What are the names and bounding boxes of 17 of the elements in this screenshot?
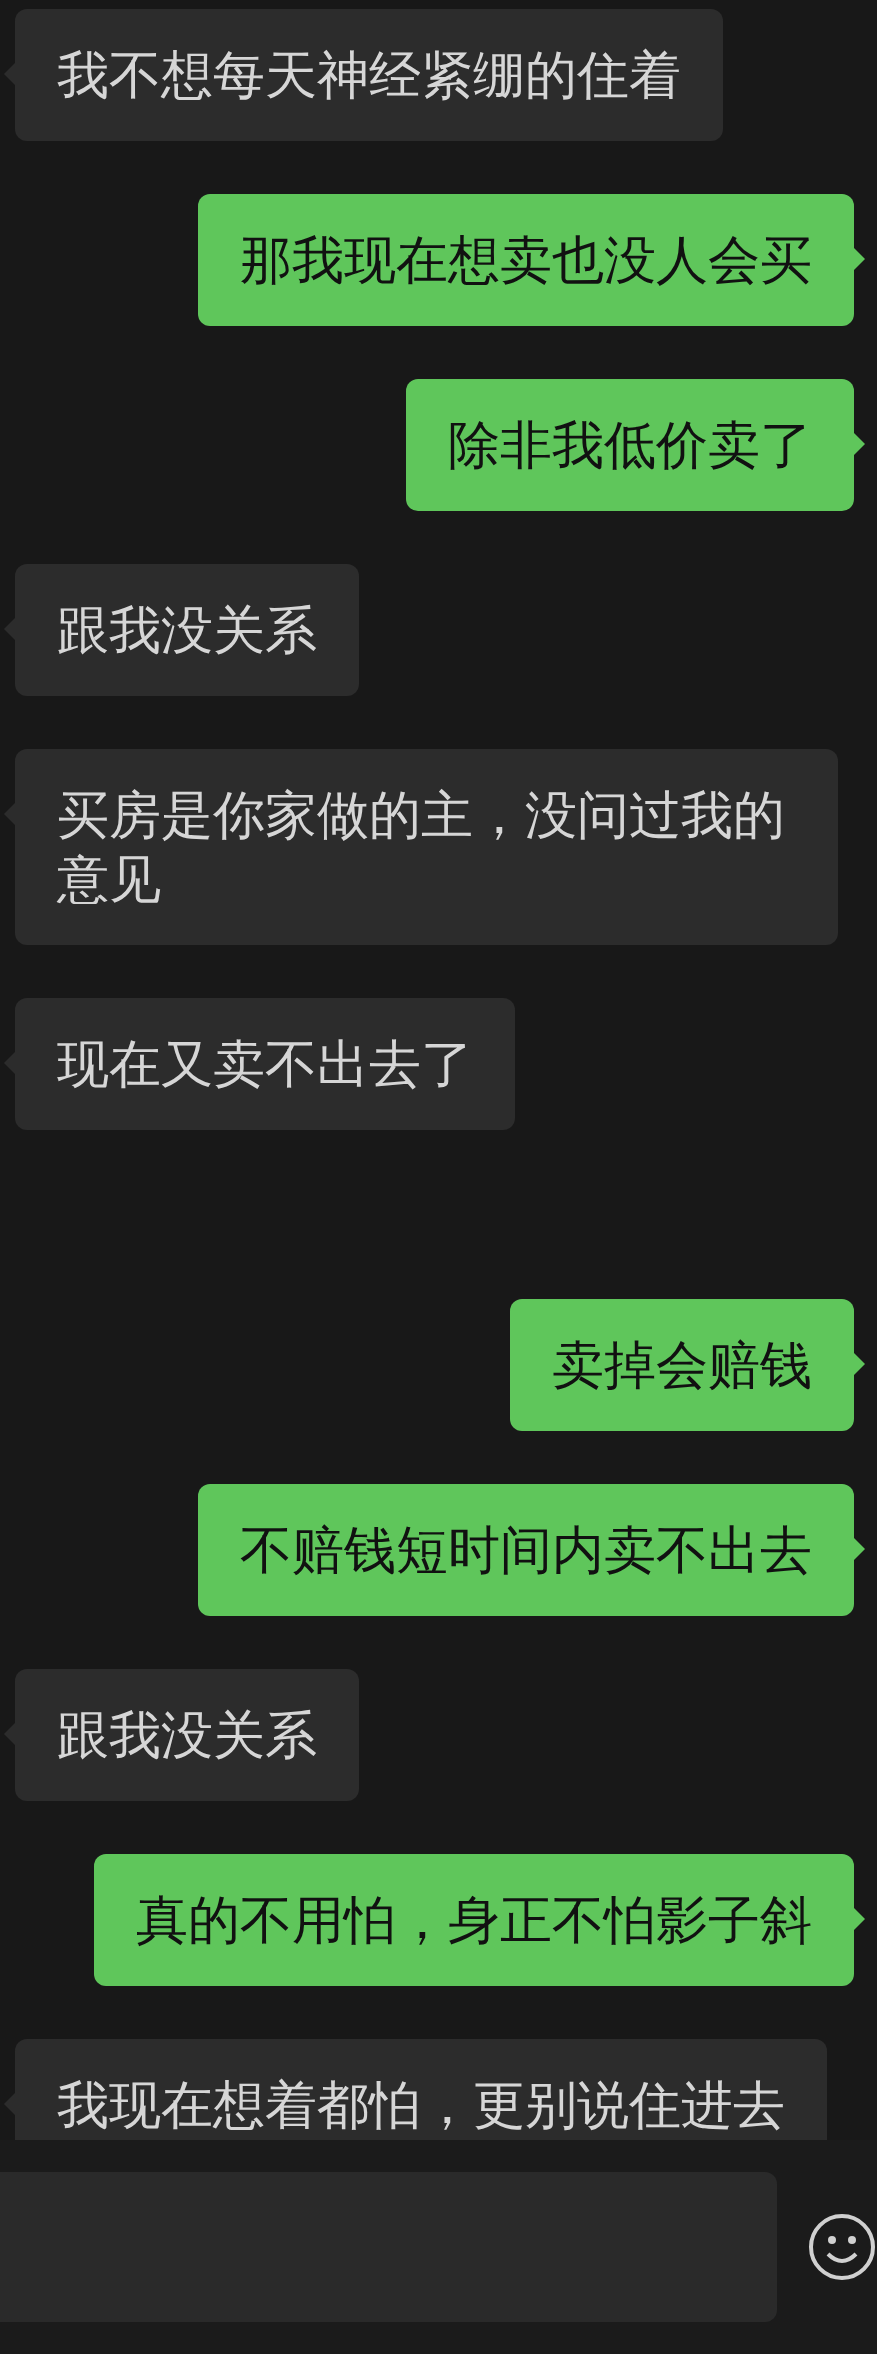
bubble-tail [854,1353,865,1375]
received-message: 买房是你家做的主，没问过我的意见 [15,749,838,945]
received-message: 我现在想着都怕，更别说住进去 [15,2039,827,2140]
sent-message: 不赔钱短时间内卖不出去 [198,1484,854,1616]
emoji-icon[interactable] [807,2212,877,2282]
bubble-tail [854,1908,865,1930]
bubble-tail [854,248,865,270]
sent-message: 除非我低价卖了 [406,379,854,511]
sent-message: 那我现在想卖也没人会买 [198,194,854,326]
bubble-tail [854,1538,865,1560]
received-message: 跟我没关系 [15,564,359,696]
bubble-tail [854,433,865,455]
sent-message: 卖掉会赔钱 [510,1299,854,1431]
received-message: 跟我没关系 [15,1669,359,1801]
received-message: 我不想每天神经紧绷的住着 [15,9,723,141]
sent-message: 真的不用怕，身正不怕影子斜 [94,1854,854,1986]
received-message: 现在又卖不出去了 [15,998,515,1130]
